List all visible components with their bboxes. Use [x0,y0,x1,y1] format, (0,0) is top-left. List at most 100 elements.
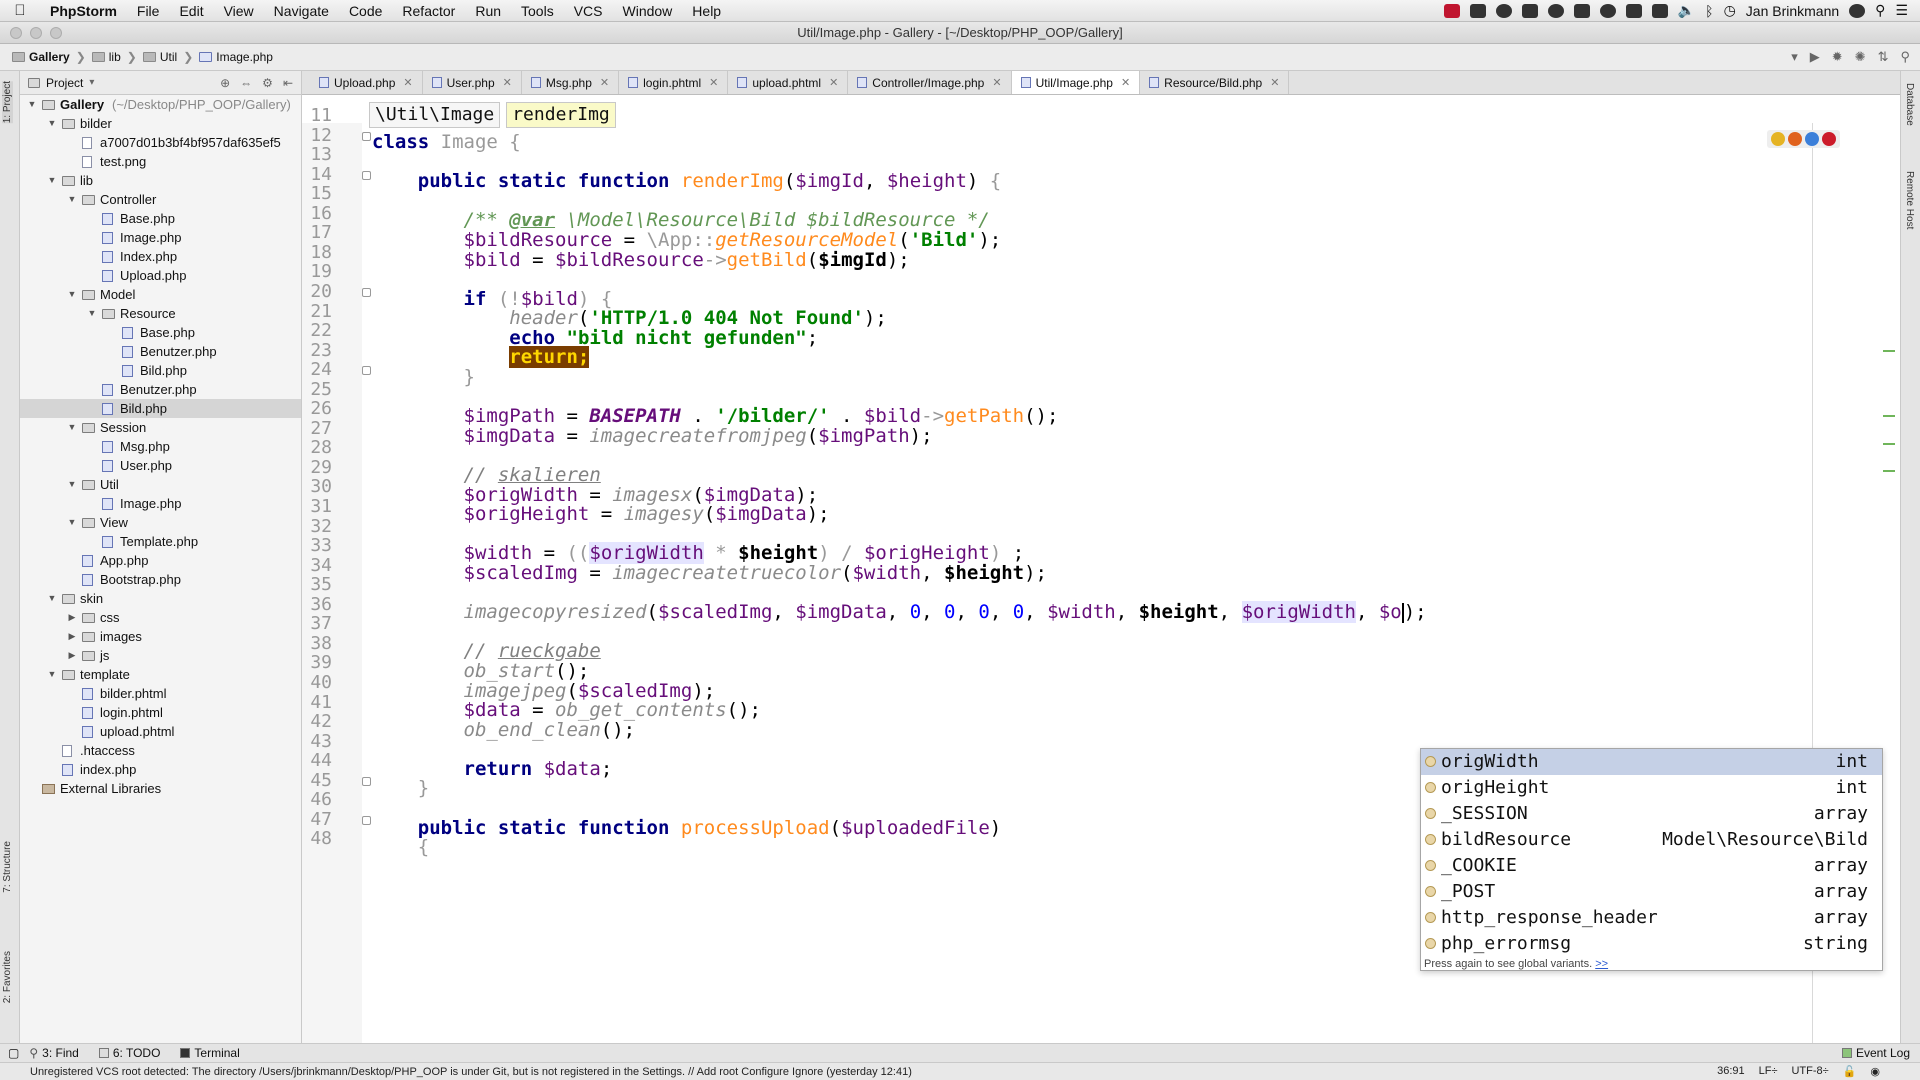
menu-run[interactable]: Run [465,3,511,19]
tree-item[interactable]: upload.phtml [20,722,301,741]
menu-vcs[interactable]: VCS [564,3,613,19]
line-number[interactable]: 16 [302,203,332,224]
database-tool-button[interactable]: Database [1904,83,1915,126]
fold-marker-icon[interactable] [362,815,371,825]
nav-crumb-lib[interactable]: lib [88,50,125,64]
line-number[interactable]: 23 [302,340,332,361]
expanded-arrow-icon[interactable]: ▼ [86,304,98,323]
search-icon[interactable]: ⚲ [1900,49,1910,65]
project-view-selector[interactable]: Project [46,76,83,90]
close-tab-icon[interactable]: ✕ [1121,76,1130,89]
menu-refactor[interactable]: Refactor [392,3,465,19]
line-number[interactable]: 36 [302,594,332,615]
spotlight-icon[interactable]: ⚲ [1875,2,1885,19]
file-encoding[interactable]: UTF-8÷ [1791,1065,1828,1078]
tree-item[interactable]: bilder.phtml [20,684,301,703]
apple-menu-icon[interactable]:  [0,2,40,19]
tree-item[interactable]: External Libraries [20,779,301,798]
close-tab-icon[interactable]: ✕ [709,76,718,89]
autocomplete-item[interactable]: _COOKIE array [1421,853,1882,879]
expanded-arrow-icon[interactable]: ▼ [66,418,78,437]
line-number[interactable]: 29 [302,457,332,478]
chrome-icon[interactable] [1771,132,1785,146]
line-number[interactable]: 15 [302,183,332,204]
menu-view[interactable]: View [214,3,264,19]
plugin-icon[interactable] [1521,3,1538,18]
tree-item[interactable]: ▼ Controller [20,190,301,209]
menu-help[interactable]: Help [682,3,731,19]
close-tab-icon[interactable]: ✕ [503,76,512,89]
line-number[interactable]: 46 [302,789,332,810]
change-marker[interactable] [1883,470,1895,472]
collapse-all-icon[interactable]: ⇔ [240,76,252,90]
change-marker[interactable] [1883,415,1895,417]
line-number[interactable]: 19 [302,261,332,282]
menu-code[interactable]: Code [339,3,392,19]
toggle-tool-windows-icon[interactable]: ▢ [0,1046,19,1060]
expanded-arrow-icon[interactable]: ▼ [46,665,58,684]
tree-item[interactable]: ▼ Session [20,418,301,437]
tree-item[interactable]: App.php [20,551,301,570]
autocomplete-item[interactable]: origWidth int [1421,749,1882,775]
tab-msg-php[interactable]: Msg.php ✕ [522,71,620,94]
user-icon[interactable] [1849,3,1866,18]
tree-item[interactable]: Base.php [20,209,301,228]
gear-icon[interactable]: ⚙ [262,76,273,90]
fold-marker-icon[interactable] [362,287,371,297]
evernote-icon[interactable] [1495,3,1512,18]
line-number[interactable]: 20 [302,281,332,302]
tree-item[interactable]: Index.php [20,247,301,266]
zoom-window-button[interactable] [50,27,62,39]
nav-crumb-image[interactable]: Image.php [195,50,277,64]
tree-item[interactable]: Bootstrap.php [20,570,301,589]
line-number[interactable]: 32 [302,516,332,537]
tab-login-phtml[interactable]: login.phtml ✕ [619,71,729,94]
autocomplete-item[interactable]: _POST array [1421,879,1882,905]
run-icon[interactable]: ▶ [1810,49,1820,65]
line-number[interactable]: 17 [302,222,332,243]
fold-marker-icon[interactable] [362,366,371,376]
locate-file-icon[interactable]: ⊕ [220,76,230,90]
tree-item[interactable]: ▼ View [20,513,301,532]
close-tab-icon[interactable]: ✕ [403,76,412,89]
tree-item[interactable]: ▼ skin [20,589,301,608]
tree-item[interactable]: Msg.php [20,437,301,456]
breadcrumb-method[interactable]: renderImg [506,102,616,128]
line-number[interactable]: 13 [302,144,332,165]
todo-tool-button[interactable]: 6: TODO [89,1046,171,1060]
menu-edit[interactable]: Edit [169,3,213,19]
tree-item[interactable]: Base.php [20,323,301,342]
tab-resource-bild-php[interactable]: Resource/Bild.php ✕ [1140,71,1290,94]
autocomplete-item[interactable]: origHeight int [1421,775,1882,801]
tab-user-php[interactable]: User.php ✕ [423,71,522,94]
line-number[interactable]: 41 [302,692,332,713]
tree-item[interactable]: Template.php [20,532,301,551]
onepassword-icon[interactable] [1547,3,1564,18]
tree-item[interactable]: ▶ images [20,627,301,646]
close-tab-icon[interactable]: ✕ [600,76,609,89]
tree-item[interactable]: ▼ Resource [20,304,301,323]
tree-item[interactable]: Bild.php [20,361,301,380]
tree-item[interactable]: a7007d01b3bf4bf957daf635ef5 [20,133,301,152]
line-number[interactable]: 37 [302,613,332,634]
expanded-arrow-icon[interactable]: ▼ [66,285,78,304]
run-config-dropdown[interactable]: ▾ [1791,49,1798,65]
line-number[interactable]: 28 [302,437,332,458]
tree-item[interactable]: ▼ bilder [20,114,301,133]
favorites-tool-button[interactable]: 2: Favorites [2,951,13,1003]
shield-icon[interactable] [1651,3,1668,18]
tree-item[interactable]: login.phtml [20,703,301,722]
line-number[interactable]: 11 [302,105,332,126]
line-number-gutter[interactable]: 11 12 13 14 15 16 17 18 19 20 21 22 23 24 25 26 27 28 29 30… [302,105,371,1043]
line-number[interactable]: 31 [302,496,332,517]
line-number[interactable]: 47 [302,809,332,830]
tree-item[interactable]: Benutzer.php [20,380,301,399]
tree-item[interactable]: User.php [20,456,301,475]
close-tab-icon[interactable]: ✕ [829,76,838,89]
line-separator[interactable]: LF÷ [1759,1065,1778,1078]
clipboard-icon[interactable] [1573,3,1590,18]
autocomplete-item[interactable]: _SESSION array [1421,801,1882,827]
line-number[interactable]: 44 [302,750,332,771]
dropbox-icon[interactable] [1469,3,1486,18]
expanded-arrow-icon[interactable]: ▼ [46,589,58,608]
